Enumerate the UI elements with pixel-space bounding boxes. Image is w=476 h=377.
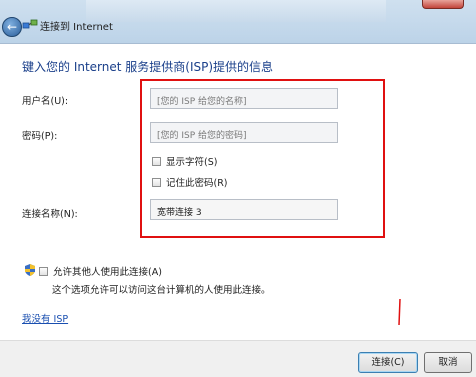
connect-button[interactable]: 连接(C) bbox=[358, 352, 418, 373]
allow-others-checkbox[interactable]: 允许其他人使用此连接(A) bbox=[39, 264, 162, 278]
background-window-strip bbox=[86, 0, 386, 22]
uac-shield-icon bbox=[25, 264, 35, 276]
red-mark-icon bbox=[398, 299, 401, 325]
back-arrow-icon[interactable]: ← bbox=[2, 17, 22, 37]
cancel-button[interactable]: 取消 bbox=[424, 352, 472, 373]
password-label: 密码(P): bbox=[22, 131, 58, 142]
connection-name-label: 连接名称(N): bbox=[22, 209, 78, 220]
highlight-box bbox=[140, 79, 385, 238]
network-icon bbox=[22, 19, 38, 29]
allow-others-label: 允许其他人使用此连接(A) bbox=[53, 267, 162, 278]
checkbox-box[interactable] bbox=[39, 266, 48, 276]
window-titlebar: ← 连接到 Internet bbox=[0, 0, 476, 44]
page-heading: 键入您的 Internet 服务提供商(ISP)提供的信息 bbox=[22, 60, 274, 74]
window-title: 连接到 Internet bbox=[40, 22, 113, 33]
allow-others-description: 这个选项允许可以访问这台计算机的人使用此连接。 bbox=[52, 285, 271, 296]
username-label: 用户名(U): bbox=[22, 96, 69, 107]
no-isp-link[interactable]: 我没有 ISP bbox=[22, 311, 68, 325]
window-close-button[interactable] bbox=[422, 0, 464, 9]
